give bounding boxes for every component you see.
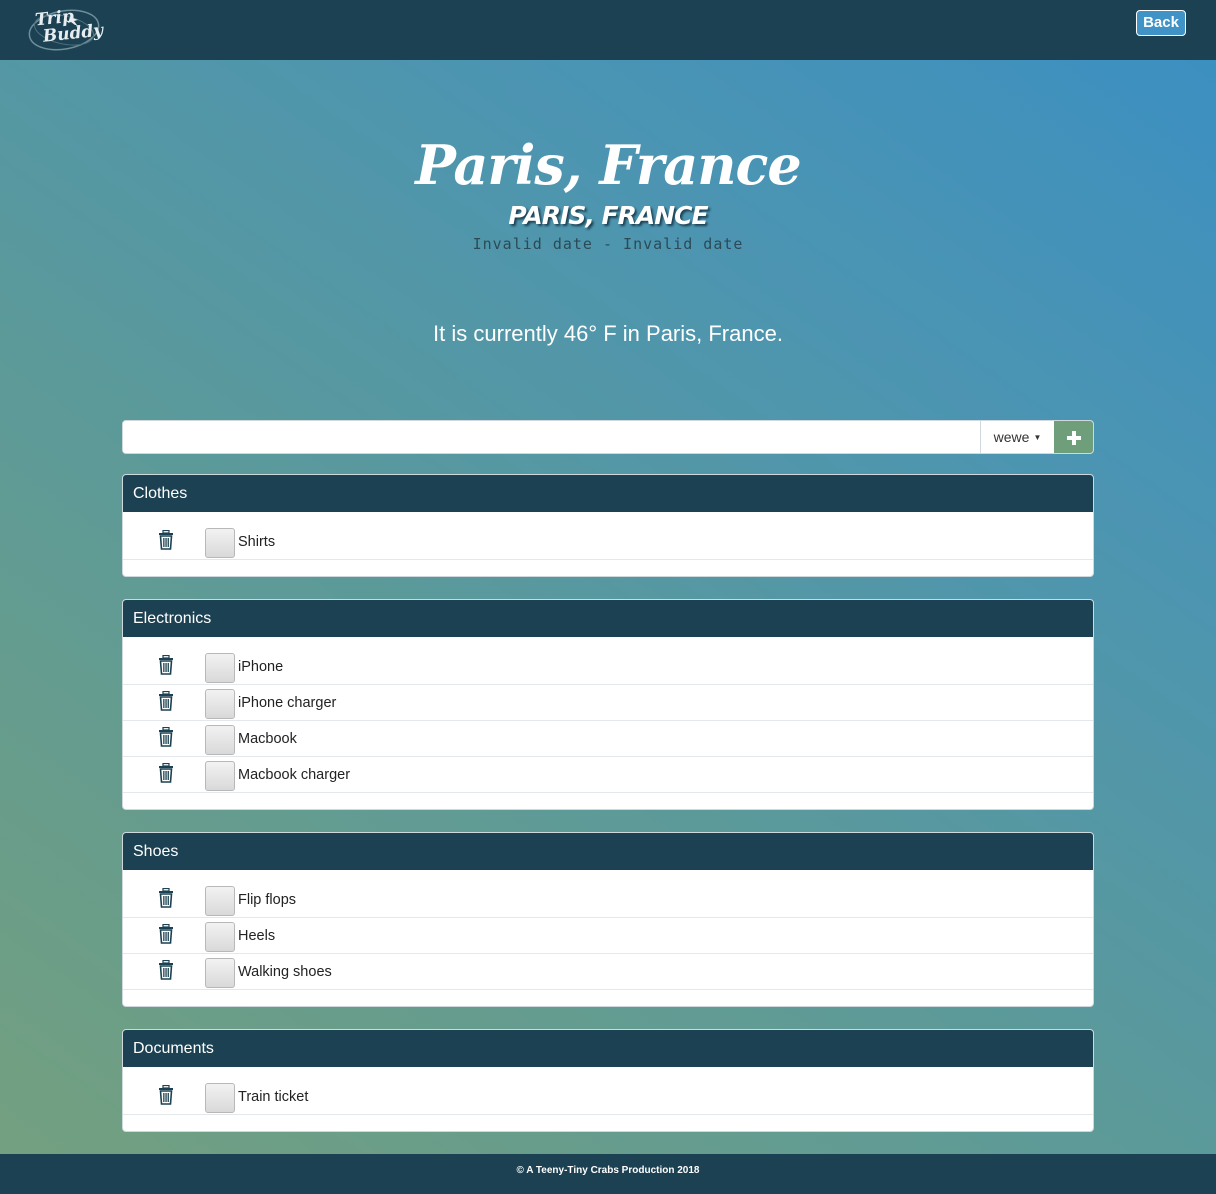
category-items: iPhone iPhone charger Macbook Macbook charg…: [123, 637, 1093, 809]
logo-text: Trip Buddy: [34, 6, 104, 47]
trash-icon[interactable]: [158, 690, 174, 711]
item-checkbox[interactable]: [205, 725, 235, 755]
category-panel-clothes: Clothes Shirts: [122, 474, 1094, 577]
trash-icon[interactable]: [158, 887, 174, 908]
category-title: Documents: [123, 1030, 1093, 1067]
item-label: Train ticket: [238, 1089, 309, 1105]
item-label: Heels: [238, 928, 276, 944]
category-title: Shoes: [123, 833, 1093, 870]
item-checkbox[interactable]: [205, 761, 235, 791]
trash-icon[interactable]: [158, 1084, 174, 1105]
page-subtitle: Paris, France: [508, 201, 708, 230]
trip-buddy-logo[interactable]: Trip Buddy: [26, 5, 104, 55]
list-item: iPhone charger: [123, 685, 1093, 721]
weather-text: It is currently 46° F in Paris, France.: [433, 321, 783, 346]
item-label: iPhone charger: [238, 695, 337, 711]
item-checkbox[interactable]: [205, 653, 235, 683]
footer: © A Teeny-Tiny Crabs Production 2018: [0, 1154, 1216, 1194]
category-panel-electronics: Electronics iPhone iPhone charger Macbook Ma…: [122, 599, 1094, 810]
trip-header: Paris, France Paris, France Invalid date…: [0, 60, 1216, 348]
list-item: Flip flops: [123, 882, 1093, 918]
list-item: Train ticket: [123, 1079, 1093, 1115]
category-items: Flip flops Heels Walking shoes: [123, 870, 1093, 1006]
category-title: Electronics: [123, 600, 1093, 637]
item-label: Flip flops: [238, 892, 297, 908]
category-panel-documents: Documents Train ticket: [122, 1029, 1094, 1132]
category-dropdown-label: wewe: [993, 429, 1030, 445]
add-item-form: wewe ▼: [122, 420, 1094, 454]
item-label: Macbook: [238, 731, 297, 747]
new-item-input[interactable]: [123, 421, 980, 453]
add-item-button[interactable]: [1054, 421, 1093, 453]
list-item: Heels: [123, 918, 1093, 954]
trash-icon[interactable]: [158, 959, 174, 980]
item-label: Shirts: [238, 534, 276, 550]
item-checkbox[interactable]: [205, 528, 235, 558]
item-label: iPhone: [238, 659, 284, 675]
item-checkbox[interactable]: [205, 958, 235, 988]
category-title: Clothes: [123, 475, 1093, 512]
navbar: Trip Buddy Back: [0, 0, 1216, 60]
item-label: Walking shoes: [238, 964, 332, 980]
trip-dates: Invalid date - Invalid date: [472, 235, 744, 253]
list-item: Shirts: [123, 524, 1093, 560]
plus-icon: [1066, 431, 1081, 445]
category-items: Train ticket: [123, 1067, 1093, 1131]
back-button[interactable]: Back: [1136, 10, 1186, 36]
category-items: Shirts: [123, 512, 1093, 576]
footer-text: © A Teeny-Tiny Crabs Production 2018: [516, 1165, 700, 1176]
item-checkbox[interactable]: [205, 886, 235, 916]
item-label: Macbook charger: [238, 767, 351, 783]
list-item: Macbook: [123, 721, 1093, 757]
list-item: Walking shoes: [123, 954, 1093, 990]
caret-down-icon: ▼: [1033, 432, 1042, 442]
trash-icon[interactable]: [158, 654, 174, 675]
trash-icon[interactable]: [158, 529, 174, 550]
trash-icon[interactable]: [158, 923, 174, 944]
item-checkbox[interactable]: [205, 689, 235, 719]
trash-icon[interactable]: [158, 762, 174, 783]
list-item: iPhone: [123, 649, 1093, 685]
item-checkbox[interactable]: [205, 1083, 235, 1113]
page-title: Paris, France: [415, 133, 801, 197]
category-dropdown[interactable]: wewe ▼: [980, 421, 1054, 453]
list-item: Macbook charger: [123, 757, 1093, 793]
trash-icon[interactable]: [158, 726, 174, 747]
category-panel-shoes: Shoes Flip flops Heels Walking shoes: [122, 832, 1094, 1007]
item-checkbox[interactable]: [205, 922, 235, 952]
